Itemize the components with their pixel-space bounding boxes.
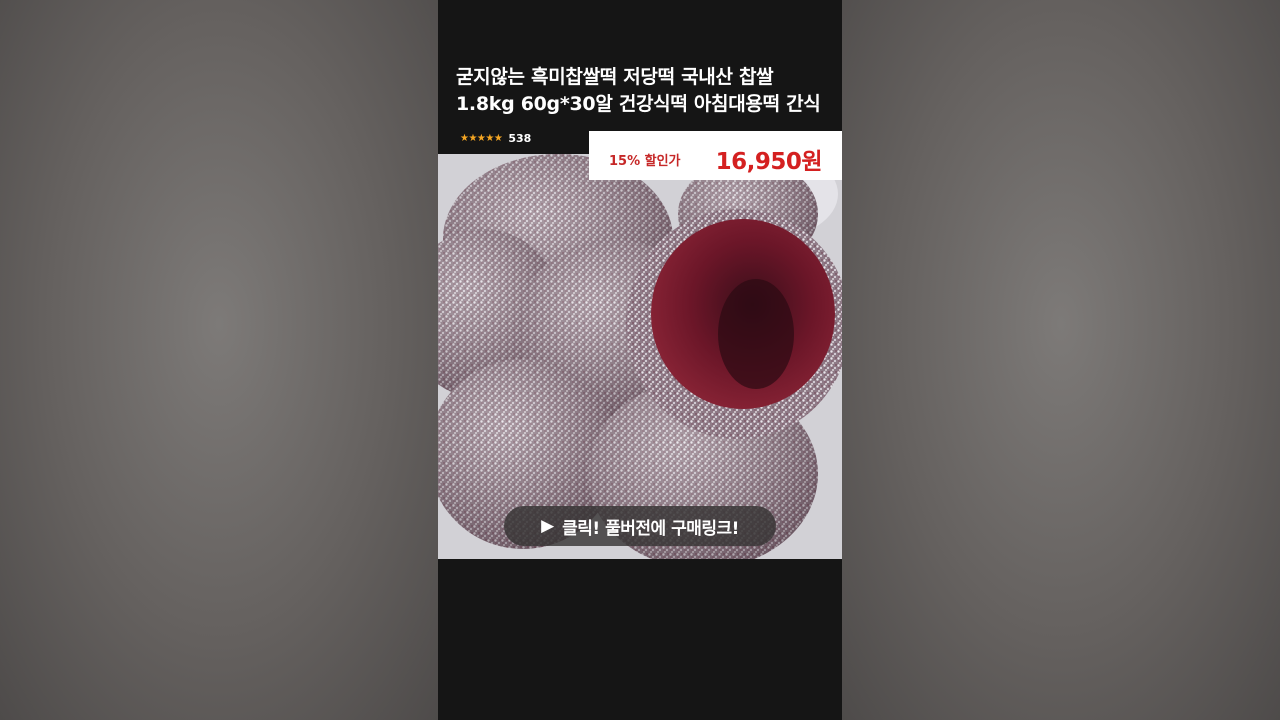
review-count: 538 [508, 132, 532, 145]
rating: ★★★★★ 538 [460, 132, 531, 145]
play-icon: ▶ [541, 516, 555, 536]
discount-label: 15% 할인가 [609, 154, 681, 169]
product-title-line2: 1.8kg 60g*30알 건강식떡 아침대용떡 간식 [456, 93, 821, 115]
product-title-line1: 굳지않는 흑미찹쌀떡 저당떡 국내산 찹쌀 [456, 66, 774, 88]
blurred-background-right [842, 0, 1280, 720]
price-badge: 15% 할인가 16,950원 [589, 131, 842, 180]
product-image [438, 154, 842, 559]
blurred-background-left [0, 0, 438, 720]
shorts-video-frame[interactable]: 굳지않는 흑미찹쌀떡 저당떡 국내산 찹쌀 1.8kg 60g*30알 건강식떡… [438, 0, 842, 720]
purchase-link-label: 클릭! 풀버전에 구매링크! [562, 518, 739, 539]
price-value: 16,950원 [715, 149, 823, 175]
product-title: 굳지않는 흑미찹쌀떡 저당떡 국내산 찹쌀 1.8kg 60g*30알 건강식떡… [456, 64, 836, 118]
purchase-link-button[interactable]: ▶ 클릭! 풀버전에 구매링크! [504, 506, 776, 546]
star-rating-icon: ★★★★★ [460, 133, 503, 144]
